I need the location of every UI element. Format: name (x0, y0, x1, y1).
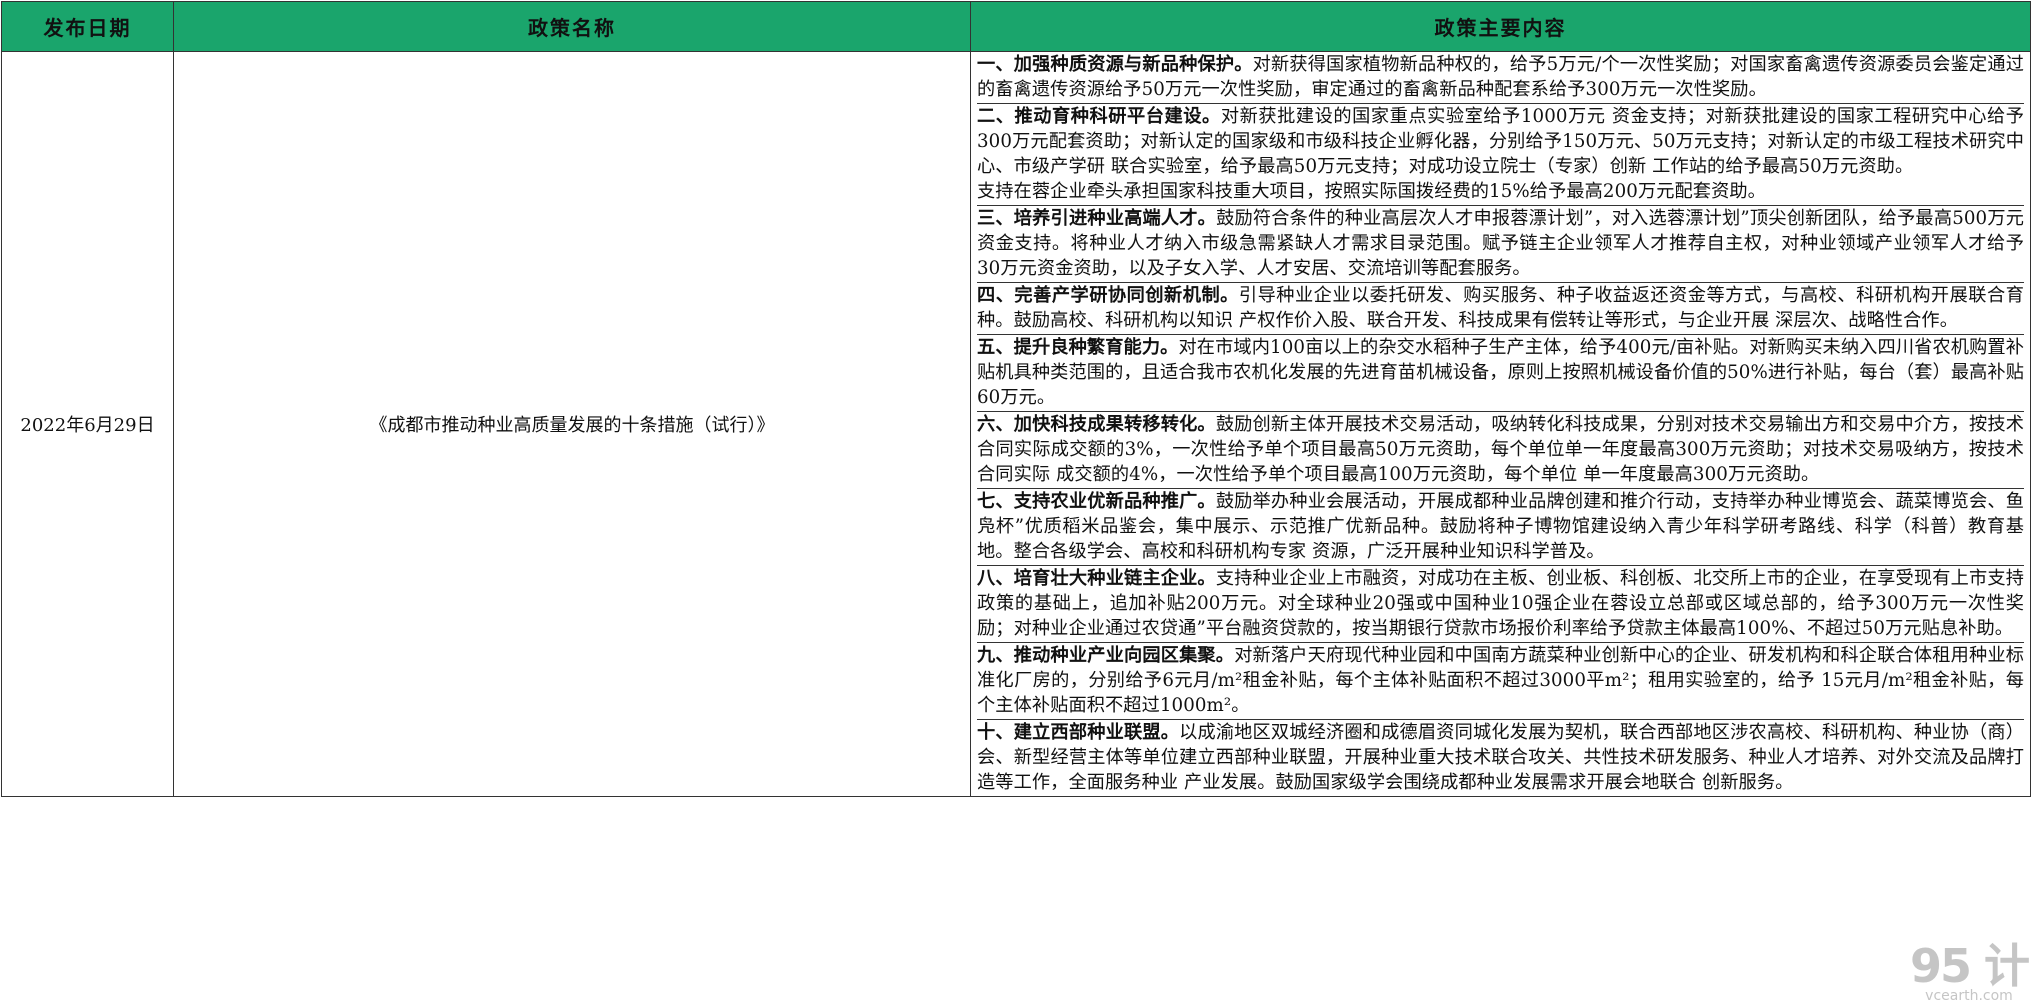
policy-item-5: 五、提升良种繁育能力。对在市域内100亩以上的杂交水稻种子生产主体，给予400元… (977, 335, 2024, 412)
header-date: 发布日期 (1, 1, 174, 52)
item-title: 四、完善产学研协同创新机制。 (977, 285, 1239, 306)
item-title: 五、提升良种繁育能力。 (977, 337, 1179, 358)
policy-item-7: 七、支持农业优新品种推广。鼓励举办种业会展活动，开展成都种业品牌创建和推介行动，… (977, 489, 2024, 566)
item-title: 二、推动育种科研平台建设。 (977, 106, 1221, 127)
cell-policy-name: 《成都市推动种业高质量发展的十条措施（试行）》 (173, 51, 971, 797)
policy-item-6: 六、加快科技成果转移转化。鼓励创新主体开展技术交易活动，吸纳转化科技成果，分别对… (977, 412, 2024, 489)
item-extra: 支持在蓉企业牵头承担国家科技重大项目，按照实际国拨经费的15%给予最高200万元… (977, 181, 1766, 202)
policy-item-4: 四、完善产学研协同创新机制。引导种业企业以委托研发、购买服务、种子收益返还资金等… (977, 283, 2024, 335)
item-title: 八、培育壮大种业链主企业。 (977, 568, 1216, 589)
watermark-logo: 95 计 (1909, 939, 2030, 993)
header-row: 发布日期 政策名称 政策主要内容 (1, 1, 2031, 52)
cell-release-date: 2022年6月29日 (1, 51, 174, 797)
policy-table: 发布日期 政策名称 政策主要内容 2022年6月29日 《成都市推动种业高质量发… (1, 1, 2031, 797)
item-title: 十、建立西部种业联盟。 (977, 722, 1180, 743)
site-watermark: 95 计 vcearth.com (1909, 939, 2030, 1004)
policy-item-8: 八、培育壮大种业链主企业。支持种业企业上市融资，对成功在主板、创业板、科创板、北… (977, 566, 2024, 643)
policy-item-3: 三、培养引进种业高端人才。鼓励符合条件的种业高层次人才申报蓉漂计划”，对入选蓉漂… (977, 206, 2024, 283)
item-title: 六、加快科技成果转移转化。 (977, 414, 1216, 435)
item-title: 七、支持农业优新品种推广。 (977, 491, 1216, 512)
watermark-url: vcearth.com (1925, 988, 2013, 1004)
cell-policy-content: 一、加强种质资源与新品种保护。对新获得国家植物新品种权的，给予5万元/个一次性奖… (970, 51, 2031, 797)
item-title: 三、培养引进种业高端人才。 (977, 208, 1217, 229)
table-row: 2022年6月29日 《成都市推动种业高质量发展的十条措施（试行）》 一、加强种… (1, 51, 2031, 797)
header-policy-name: 政策名称 (173, 1, 971, 52)
policy-item-2: 二、推动育种科研平台建设。对新获批建设的国家重点实验室给予1000万元 资金支持… (977, 104, 2024, 206)
policy-item-9: 九、推动种业产业向园区集聚。对新落户天府现代种业园和中国南方蔬菜种业创新中心的企… (977, 643, 2024, 720)
item-title: 九、推动种业产业向园区集聚。 (977, 645, 1235, 666)
policy-item-1: 一、加强种质资源与新品种保护。对新获得国家植物新品种权的，给予5万元/个一次性奖… (977, 52, 2024, 104)
header-policy-content: 政策主要内容 (970, 1, 2031, 52)
item-title: 一、加强种质资源与新品种保护。 (977, 54, 1253, 75)
policy-item-10: 十、建立西部种业联盟。以成渝地区双城经济圈和成德眉资同城化发展为契机，联合西部地… (977, 720, 2024, 796)
